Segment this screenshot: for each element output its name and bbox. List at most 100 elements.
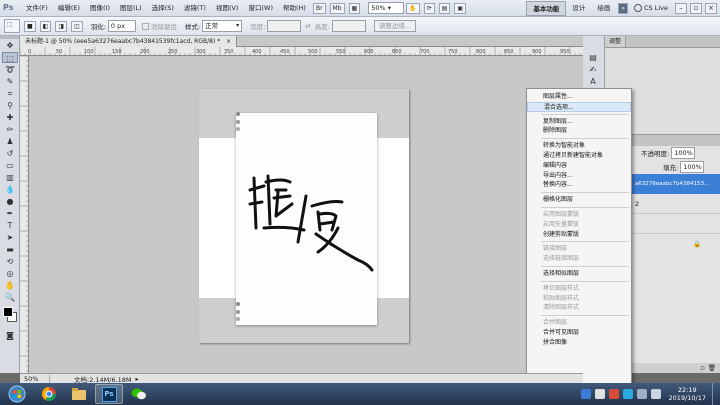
rotate-view-button[interactable]: ⟳ [423,2,435,14]
hand-tool-button[interactable]: ✋ [406,2,420,14]
crop-tool-icon[interactable]: ⌗ [2,88,18,99]
context-menu-item[interactable]: 选择相似图层 [527,269,631,279]
show-desktop-button[interactable] [712,383,720,405]
new-layer-icon[interactable]: ▫ [700,364,704,372]
view-extras-button[interactable]: ▦ [348,2,361,14]
menu-item[interactable]: 选择(S) [147,0,179,17]
context-menu-item[interactable]: 通过拷贝新建智能对象 [527,151,631,161]
stamp-tool-icon[interactable]: ♟ [2,136,18,147]
new-selection-icon[interactable]: ■ [24,20,36,32]
maximize-button[interactable]: ▫ [690,2,702,14]
menu-item[interactable]: 图层(L) [115,0,147,17]
taskbar-chrome[interactable] [35,384,63,404]
history-brush-tool-icon[interactable]: ↺ [2,148,18,159]
context-menu-item[interactable]: 合并可见图层 [527,328,631,338]
qq-tray-icon[interactable] [580,389,591,399]
context-menu-item[interactable]: 拼合图像 [527,338,631,348]
eraser-tool-icon[interactable]: ▭ [2,160,18,171]
history-panel-icon[interactable]: ▤ [585,52,601,63]
status-zoom[interactable]: 50% [20,374,50,383]
context-menu-item[interactable]: 图层属性... [527,92,631,102]
brush-tool-icon[interactable]: ✏ [2,124,18,135]
3d-rotate-tool-icon[interactable]: ⟲ [2,256,18,267]
subtract-selection-icon[interactable]: ◨ [55,20,68,32]
volume-tray-icon[interactable] [650,389,661,399]
status-arrow-icon[interactable]: ▸ [136,375,139,383]
swap-icon[interactable]: ⇄ [305,22,310,30]
cs-live-button[interactable]: CS Live [633,4,668,12]
lasso-tool-icon[interactable]: ➰ [2,64,18,75]
dodge-tool-icon[interactable]: ● [2,196,18,207]
gradient-tool-icon[interactable]: ▥ [2,172,18,183]
document-canvas[interactable]: 随便 [199,89,409,343]
marquee-tool-icon[interactable]: ⬚ [2,52,18,63]
context-menu-item[interactable]: 复制图层... [527,117,631,127]
quick-select-tool-icon[interactable]: ✎ [2,76,18,87]
menu-item[interactable]: 窗口(W) [243,0,278,17]
antialias-checkbox[interactable] [141,22,149,30]
context-menu-item[interactable]: 替换内容... [527,180,631,190]
taskbar-photoshop[interactable]: Ps [95,384,123,404]
context-menu-item[interactable]: 转换为智能对象 [527,141,631,151]
context-menu-item[interactable]: 删除图层 [527,126,631,136]
canvas-area[interactable]: 随便 [29,56,583,373]
intersect-selection-icon[interactable]: ◫ [71,20,83,32]
add-selection-icon[interactable]: ◧ [39,20,52,32]
menu-item[interactable]: 编辑(E) [53,0,85,17]
move-tool-icon[interactable]: ✥ [2,40,18,51]
opacity-input[interactable]: 100% [671,147,696,159]
context-menu-item[interactable]: 混合选项... [527,101,631,112]
taskbar-wechat[interactable] [125,384,153,404]
cloud-tray-icon[interactable] [622,389,633,399]
tab-adjustments[interactable]: 调整 [605,36,627,47]
type-tool-icon[interactable]: T [2,220,18,231]
more-workspaces-button[interactable]: » [618,2,628,14]
width-input[interactable] [267,20,302,32]
minimize-button[interactable]: – [675,2,687,14]
taskbar-clock[interactable]: 22:19 2019/10/17 [669,386,706,402]
document-tab[interactable]: 未标题-1 @ 50% (eee5a63276eaabc7b43841539fc… [20,35,238,47]
taskbar-explorer[interactable] [65,384,93,404]
bridge-button[interactable]: Br [312,2,326,14]
antivirus-tray-icon[interactable] [608,389,619,399]
character-panel-icon[interactable]: A [585,76,601,87]
workspace-button[interactable]: 基本功能 [526,0,567,16]
hand-tool-icon[interactable]: ✋ [2,280,18,291]
network-tray-icon[interactable] [636,389,647,399]
close-button[interactable]: × [705,2,717,14]
context-menu-item[interactable]: 编辑内容 [527,161,631,171]
delete-layer-icon[interactable]: 🗑 [708,364,716,372]
color-swatches[interactable] [0,305,19,329]
path-select-tool-icon[interactable]: ➤ [2,232,18,243]
blur-tool-icon[interactable]: 💧 [2,184,18,195]
close-tab-icon[interactable]: × [226,38,231,45]
shape-tool-icon[interactable]: ▬ [2,244,18,255]
workspace-button[interactable]: 设计 [566,1,591,16]
menu-item[interactable]: 滤镜(T) [179,0,211,17]
feather-input[interactable]: 0 px [107,20,136,32]
context-menu-item[interactable]: 栅格化图层 [527,195,631,205]
context-menu-item[interactable]: 创建剪贴蒙版 [527,230,631,240]
zoom-tool-icon[interactable]: 🔍 [2,292,18,303]
context-menu-item[interactable]: 导出内容... [527,171,631,181]
brush-presets-icon[interactable]: ✍ [585,64,601,75]
foreground-color-swatch[interactable] [3,307,13,317]
eyedropper-tool-icon[interactable]: ⚲ [2,100,18,111]
menu-item[interactable]: 文件(F) [21,0,53,17]
pen-tool-icon[interactable]: ✒ [2,208,18,219]
keyboard-tray-icon[interactable] [594,389,605,399]
3d-orbit-tool-icon[interactable]: ◎ [2,268,18,279]
screen-mode-button[interactable]: ▣ [454,2,467,14]
refine-edge-button[interactable]: 调整边缘... [373,20,416,32]
healing-tool-icon[interactable]: ✚ [2,112,18,123]
quick-mask-icon[interactable]: ◙ [2,330,18,341]
arrange-docs-button[interactable]: ▤ [438,2,451,14]
marquee-tool-preset-icon[interactable]: ⬚ [4,19,20,33]
start-button[interactable] [1,384,33,404]
zoom-select[interactable]: 50% ▾ [368,2,405,14]
fill-input[interactable]: 100% [680,161,705,173]
workspace-button[interactable]: 绘画 [591,1,616,16]
menu-item[interactable]: 图像(I) [85,0,115,17]
toolbox-grip[interactable] [0,36,19,39]
menu-item[interactable]: 帮助(H) [278,0,311,17]
